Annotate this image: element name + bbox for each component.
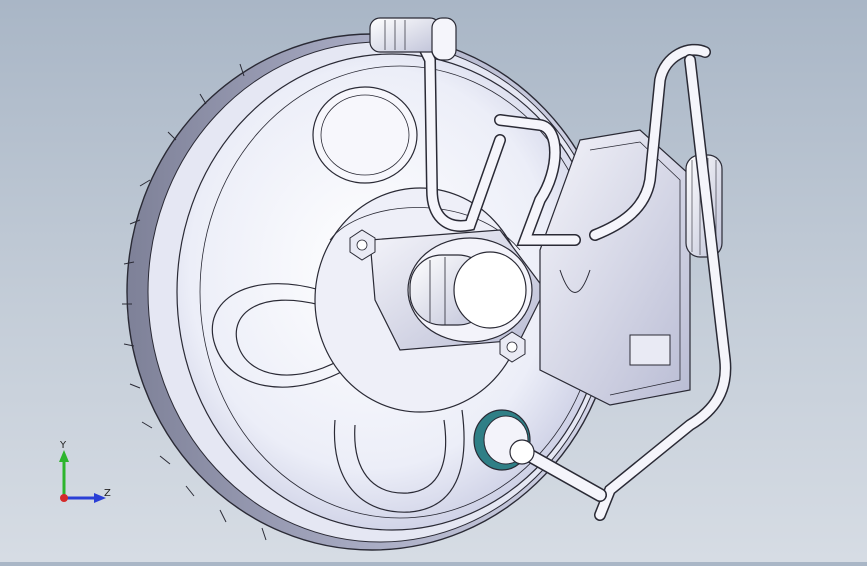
model-render: [122, 17, 732, 551]
z-axis-label: Z: [104, 488, 111, 499]
x-axis-dot: [60, 494, 68, 502]
y-axis-head: [59, 450, 69, 462]
y-axis-label: Y: [59, 440, 67, 451]
axis-triad: Y Z: [46, 440, 126, 510]
cad-viewport[interactable]: [0, 0, 867, 562]
axis-triad-graphic: Y Z: [59, 440, 111, 503]
upper-recess: [312, 86, 418, 184]
